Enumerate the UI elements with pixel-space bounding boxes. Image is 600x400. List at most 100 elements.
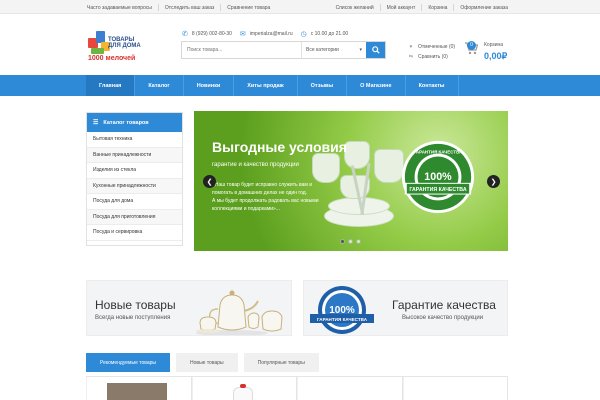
slider-desc-line: «Наш товар будет исправно служить вам и xyxy=(212,182,312,188)
compare-icon: ⇆ xyxy=(408,54,414,60)
banner-new-subtitle: Всегда новые поступления xyxy=(95,315,171,321)
hero-slider: Выгодные условия гарантие и качество про… xyxy=(194,111,508,251)
quality-badge-icon: 100% ГАРАНТИЯ КАЧЕСТВА xyxy=(310,286,374,334)
top-bar: Часто задаваемые вопросы Отследить ваш з… xyxy=(0,0,600,14)
product-card[interactable] xyxy=(86,377,192,400)
sidebar-item-cookware[interactable]: Посуда для приготовления xyxy=(87,209,182,225)
nav-item-new[interactable]: Новинки xyxy=(184,75,235,96)
tab-new[interactable]: Новые товары xyxy=(176,353,238,372)
nav-item-catalog[interactable]: Каталог xyxy=(135,75,184,96)
slider-desc-line: А мы будет продолжать радовать вас новым… xyxy=(212,198,319,204)
phone-number: 8 (929) 002-80-30 xyxy=(191,31,232,37)
header-contacts: ✆ 8 (929) 002-80-30 ✉ imperialza@mail.ru… xyxy=(182,30,356,38)
search-button[interactable] xyxy=(366,42,385,58)
mini-cart[interactable]: 0 Корзина 0,00₽ xyxy=(464,41,507,62)
slider-dot[interactable] xyxy=(348,239,353,244)
cart-icon: 0 xyxy=(464,41,479,56)
site-logo[interactable]: ТОВАРЫ ДЛЯ ДОМА 1000 мелочей xyxy=(86,24,142,66)
sidebar-item-appliances[interactable]: Бытовая техника xyxy=(87,132,182,148)
product-card[interactable] xyxy=(297,377,403,400)
seal-percent: 100% xyxy=(424,171,452,183)
wishlist-link[interactable]: Список желаний xyxy=(336,5,374,11)
banner-new-products[interactable]: Новые товары Всегда новые поступления xyxy=(86,280,292,336)
main-navigation: Главная Каталог Новинки Хиты продаж Отзы… xyxy=(0,75,600,96)
search-icon xyxy=(371,46,380,54)
slider-title: Выгодные условия xyxy=(212,139,347,155)
chevron-down-icon: ▾ xyxy=(359,47,362,53)
product-tabs: Рекомендуемые товары Новые товары Популя… xyxy=(86,353,325,372)
product-card[interactable] xyxy=(402,377,508,400)
badge-percent: 100% xyxy=(329,305,355,316)
product-card[interactable] xyxy=(191,377,297,400)
nav-item-bestsellers[interactable]: Хиты продаж xyxy=(234,75,298,96)
search-input[interactable] xyxy=(182,42,301,58)
track-order-link[interactable]: Отследить ваш заказ xyxy=(165,5,214,11)
slider-dot[interactable] xyxy=(340,239,345,244)
heart-icon: ♥ xyxy=(409,44,413,50)
divider xyxy=(421,4,423,11)
slider-desc-line: коллекциями и подарками»... xyxy=(212,206,280,212)
top-links-left: Часто задаваемые вопросы Отследить ваш з… xyxy=(87,4,270,11)
quality-seal-icon: 100% ГАРАНТИЯ КАЧЕСТВА ГАРАНТИЯ КАЧЕСТВА xyxy=(401,140,475,214)
slider-subtitle: гарантие и качество продукции xyxy=(212,162,299,168)
compare-counter[interactable]: ⇆ Сравнить (0) xyxy=(408,54,455,60)
hours-contact: ◷ с 10.00 до 21.00 xyxy=(301,30,349,38)
nav-item-home[interactable]: Главная xyxy=(86,75,136,96)
phone-icon: ✆ xyxy=(182,31,188,38)
slider-prev-button[interactable]: ❮ xyxy=(203,175,216,188)
phone-contact: ✆ 8 (929) 002-80-30 xyxy=(182,30,232,38)
slider-desc-line: помогать в домашних делах не один год. xyxy=(212,190,308,196)
catalog-header[interactable]: ☰ Каталог товаров xyxy=(87,113,182,132)
wishlist-label: Отмеченные (0) xyxy=(418,44,456,50)
sidebar-item-kitchen[interactable]: Кухонные принадлежности xyxy=(87,178,182,194)
cart-total: 0,00₽ xyxy=(484,51,508,61)
logo-boxes-icon xyxy=(88,28,110,54)
compare-link[interactable]: Сравнение товара xyxy=(227,5,270,11)
banner-quality[interactable]: 100% ГАРАНТИЯ КАЧЕСТВА Гарантие качества… xyxy=(303,280,508,336)
faq-link[interactable]: Часто задаваемые вопросы xyxy=(87,5,152,11)
cart-count-badge: 0 xyxy=(467,41,476,50)
checkout-link[interactable]: Оформление заказа xyxy=(460,5,508,11)
slider-next-button[interactable]: ❯ xyxy=(487,175,500,188)
cart-summary: Корзина 0,00₽ xyxy=(484,42,507,62)
cart-link[interactable]: Корзина xyxy=(428,5,447,11)
wishlist-counter[interactable]: ♥ Отмеченные (0) xyxy=(408,44,456,50)
account-link[interactable]: Мой аккаунт xyxy=(387,5,416,11)
product-image xyxy=(107,383,167,400)
nav-item-about[interactable]: О Магазине xyxy=(347,75,406,96)
compare-label: Сравнить (0) xyxy=(418,54,448,60)
slider-description: «Наш товар будет исправно служить вам и … xyxy=(212,181,362,213)
banner-quality-title: Гарантие качества xyxy=(392,298,496,312)
teapot-set-image xyxy=(196,290,283,335)
sidebar-item-bathroom[interactable]: Ванные принадлежности xyxy=(87,147,182,163)
catalog-title: Каталог товаров xyxy=(103,119,149,126)
product-image-detail xyxy=(239,384,246,388)
divider xyxy=(453,4,455,11)
divider xyxy=(157,4,159,11)
nav-item-contacts[interactable]: Контакты xyxy=(406,75,459,96)
product-image xyxy=(232,387,253,400)
tab-featured[interactable]: Рекомендуемые товары xyxy=(86,353,171,372)
logo-text-main: ТОВАРЫ ДЛЯ ДОМА xyxy=(108,37,141,49)
email-address[interactable]: imperialza@mail.ru xyxy=(250,31,293,37)
sidebar-item-glass[interactable]: Изделия из стекла xyxy=(87,163,182,179)
banner-new-title: Новые товары xyxy=(95,298,176,312)
banner-quality-subtitle: Высокое качество продукции xyxy=(402,315,484,321)
nav-item-reviews[interactable]: Отзывы xyxy=(298,75,348,96)
slider-dot[interactable] xyxy=(356,239,361,244)
tab-popular[interactable]: Популярные товары xyxy=(243,353,319,372)
envelope-icon: ✉ xyxy=(239,31,246,38)
category-select-value: Все категории xyxy=(306,47,339,53)
divider xyxy=(220,4,222,11)
sidebar-item-home-dishes[interactable]: Посуда для дома xyxy=(87,194,182,210)
divider xyxy=(379,4,381,11)
badge-text: ГАРАНТИЯ КАЧЕСТВА xyxy=(317,317,368,322)
search-bar: Все категории ▾ xyxy=(181,41,386,59)
header-quick-links: ♥ Отмеченные (0) ⇆ Сравнить (0) xyxy=(408,44,455,64)
category-select[interactable]: Все категории ▾ xyxy=(301,42,366,58)
slider-pagination xyxy=(340,239,364,244)
sidebar-item-tableware[interactable]: Посуда и сервировка xyxy=(87,225,182,241)
working-hours: с 10.00 до 21.00 xyxy=(310,31,349,37)
email-contact: ✉ imperialza@mail.ru xyxy=(240,30,293,38)
seal-top-text: ГАРАНТИЯ КАЧЕСТВА xyxy=(414,150,463,155)
